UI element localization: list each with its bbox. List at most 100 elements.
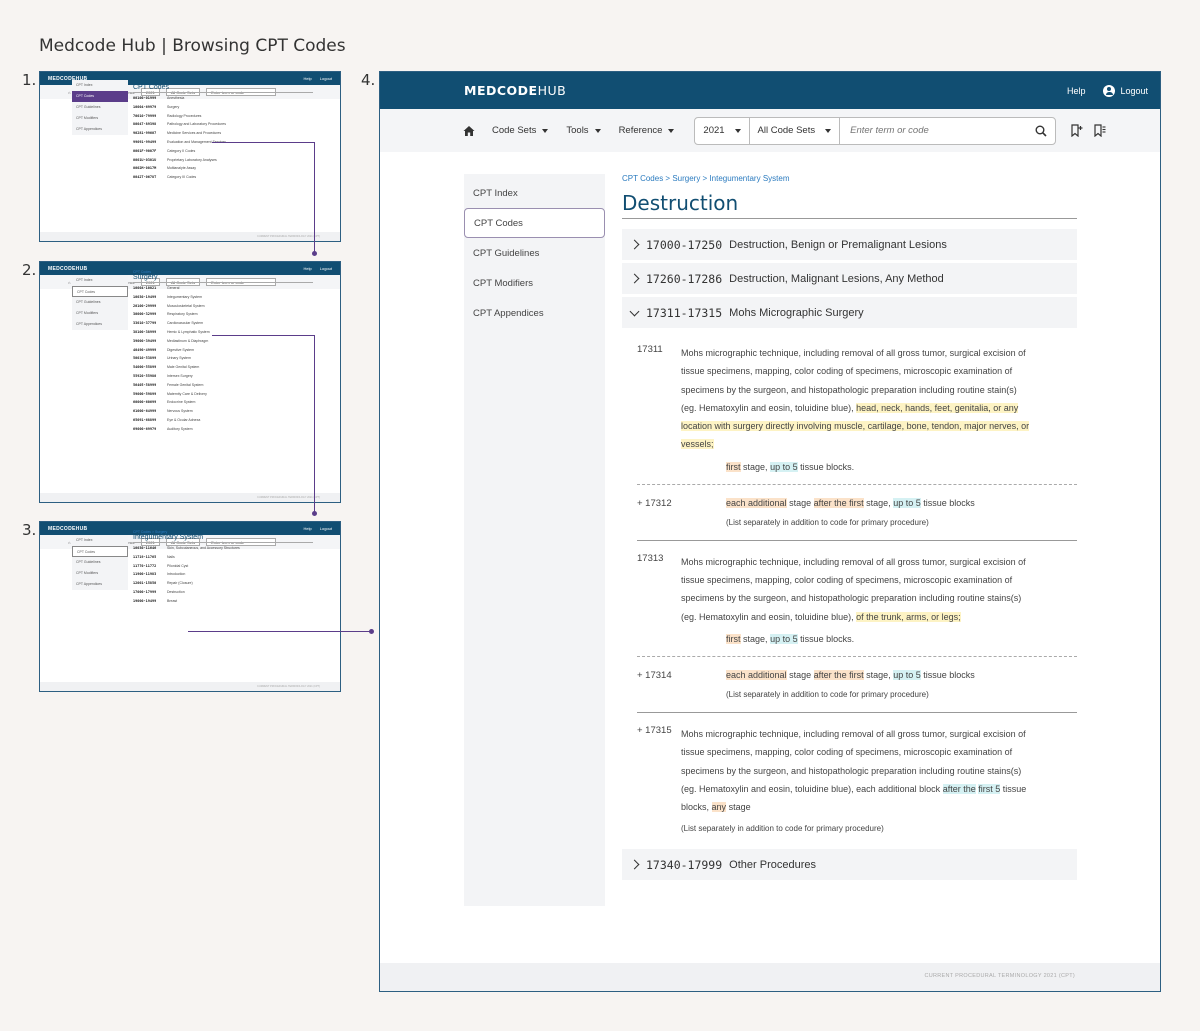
mini-list-row[interactable]: 12001-15850 Repair (Closure): [133, 581, 313, 590]
code-entry-17313: 17313 Mohs micrographic technique, inclu…: [622, 541, 1077, 644]
mini-row-code: 60000-60699: [133, 400, 157, 405]
mini-row-label: Maternity Care & Delivery: [167, 391, 207, 396]
mini-row-code: 50010-53899: [133, 356, 157, 361]
mini-list-row[interactable]: 10004-10021 General: [133, 286, 313, 295]
mini-row-code: 39000-39499: [133, 338, 157, 343]
mini-list-row[interactable]: 90281-99607 Medicine Services and Procedu…: [133, 131, 313, 140]
mini-row-code: 80047-89398: [133, 122, 157, 127]
mini-list-row[interactable]: 10030-19499 Integumentary System: [133, 295, 313, 304]
mini-row-code: 55920-55980: [133, 373, 157, 378]
code-number[interactable]: + 17314: [637, 670, 672, 681]
bookmarks-list-icon[interactable]: [1093, 124, 1106, 137]
connector-dot-1: [312, 251, 317, 256]
mini-list-row[interactable]: 10030-11646 Skin, Subcutaneous, and Acces…: [133, 546, 313, 555]
step3-thumbnail[interactable]: MEDCODEHUB HelpLogout ⌂ Code Sets Tools …: [39, 521, 341, 692]
breadcrumb[interactable]: CPT Codes > Surgery > Integumentary Syst…: [622, 174, 1077, 183]
code-sets-menu[interactable]: Code Sets: [492, 125, 549, 136]
section-17311-17315[interactable]: 17311-17315 Mohs Micrographic Surgery: [622, 297, 1077, 328]
app-logo[interactable]: MEDCODEHUB: [464, 83, 566, 98]
section-range: 17260-17286: [646, 271, 723, 286]
help-link[interactable]: Help: [1067, 86, 1086, 96]
connector-line-2: [212, 335, 315, 513]
mini-logo: MEDCODEHUB: [48, 265, 88, 272]
code-qualifier: first stage, up to 5 tissue blocks.: [726, 633, 855, 644]
sidebar: CPT Index CPT Codes CPT Guidelines CPT M…: [464, 174, 605, 906]
mini-list-row[interactable]: 30000-32999 Respiratory System: [133, 312, 313, 321]
chevron-down-icon: [629, 306, 640, 316]
mini-sidebar-item: CPT Appendices: [76, 127, 103, 131]
sidebar-item-cpt-modifiers[interactable]: CPT Modifiers: [464, 268, 605, 298]
section-range: 17340-17999: [646, 857, 723, 872]
chevron-right-icon: [629, 273, 640, 284]
code-entries: 17311 Mohs micrographic technique, inclu…: [622, 332, 1077, 833]
mini-sidebar-item: CPT Guidelines: [76, 105, 101, 109]
mini-row-code: 0001F-9007F: [133, 148, 157, 153]
mini-row-label: Auditory System: [167, 426, 193, 431]
sidebar-item-cpt-guidelines[interactable]: CPT Guidelines: [464, 238, 605, 268]
mini-row-label: Category II Codes: [167, 148, 196, 153]
logout-label: Logout: [1120, 85, 1148, 96]
section-17260-17286[interactable]: 17260-17286 Destruction, Malignant Lesio…: [622, 263, 1077, 294]
section-label: Destruction, Benign or Premalignant Lesi…: [729, 238, 947, 251]
mini-row-label: Hemic & Lymphatic System: [167, 329, 210, 334]
logout-button[interactable]: Logout: [1103, 84, 1148, 97]
mini-list-row[interactable]: 80047-89398 Pathology and Laboratory Proc…: [133, 122, 313, 131]
mini-row-code: 61000-64999: [133, 409, 157, 414]
mini-row-label: Pathology and Laboratory Procedures: [167, 122, 226, 127]
year-select[interactable]: 2021: [695, 117, 750, 144]
add-bookmark-icon[interactable]: [1070, 124, 1083, 137]
mini-row-label: Urinary System: [167, 356, 191, 361]
sidebar-item-cpt-index[interactable]: CPT Index: [464, 178, 605, 208]
highlight-site: of the trunk, arms, or legs;: [856, 611, 961, 622]
mini-list-row[interactable]: 19000-19499 Breast: [133, 599, 313, 608]
mini-row-code: 17000-17999: [133, 589, 157, 594]
mini-list-row[interactable]: 11719-11765 Nails: [133, 555, 313, 564]
code-set-select[interactable]: All Code Sets: [750, 117, 841, 144]
mini-row-code: 54000-55899: [133, 365, 157, 370]
tools-menu[interactable]: Tools: [566, 125, 601, 136]
search-input[interactable]: [840, 117, 1036, 144]
mini-sidebar-item: CPT Guidelines: [76, 560, 101, 564]
mini-row-code: 10030-11646: [133, 546, 157, 550]
mini-home-icon: ⌂: [68, 89, 71, 95]
search-icon[interactable]: [1035, 125, 1047, 137]
mini-sidebar-item-active: CPT Codes: [72, 91, 128, 102]
code-number[interactable]: 17311: [637, 344, 663, 355]
reference-menu[interactable]: Reference: [619, 125, 675, 136]
code-entry-17311: 17311 Mohs micrographic technique, inclu…: [622, 332, 1077, 472]
mini-list-row[interactable]: 10004-69979 Surgery: [133, 105, 313, 114]
mini-sidebar-item: CPT Index: [76, 538, 93, 542]
sidebar-item-cpt-appendices[interactable]: CPT Appendices: [464, 298, 605, 328]
toolbar: Code Sets Tools Reference 2021 All Code …: [380, 109, 1160, 152]
mini-row-label: Proprietary Laboratory Analyses: [167, 157, 217, 162]
connector-dot-3: [369, 629, 374, 634]
mini-list-row[interactable]: 20100-29999 Musculoskeletal System: [133, 304, 313, 313]
caret-down-icon: [542, 128, 549, 133]
mini-list-row[interactable]: 00100-01999 Anesthesia: [133, 96, 313, 105]
mini-sidebar-item: CPT Modifiers: [76, 116, 99, 120]
mini-sidebar-item: CPT Appendices: [76, 322, 103, 326]
code-note: (List separately in addition to code for…: [726, 517, 929, 527]
mini-row-label: Respiratory System: [167, 312, 198, 317]
mini-row-label: Breast: [167, 598, 178, 603]
mini-sidebar-item: CPT Index: [76, 83, 93, 87]
mini-row-code: 10004-10021: [133, 286, 157, 290]
mini-list-row[interactable]: 11900-11983 Introduction: [133, 572, 313, 581]
section-17340-17999[interactable]: 17340-17999 Other Procedures: [622, 849, 1077, 881]
mini-list-row[interactable]: 70010-79999 Radiology Procedures: [133, 114, 313, 123]
section-17000-17250[interactable]: 17000-17250 Destruction, Benign or Prema…: [622, 229, 1077, 260]
code-number[interactable]: 17313: [637, 553, 663, 564]
mini-list-row[interactable]: 17000-17999 Destruction: [133, 590, 313, 599]
mini-sidebar-item-active: CPT Codes: [72, 286, 128, 297]
code-number[interactable]: + 17312: [637, 498, 672, 509]
mini-list-row[interactable]: 33010-37799 Cardiovascular System: [133, 321, 313, 330]
mini-list-row[interactable]: 11770-11772 Pilonidal Cyst: [133, 564, 313, 573]
mini-row-label: Category III Codes: [167, 175, 197, 180]
mini-row-code: 10004-69979: [133, 104, 157, 109]
code-number[interactable]: + 17315: [637, 725, 672, 736]
mini-sidebar: CPT Index CPT Codes CPT Guidelines CPT M…: [72, 275, 128, 330]
sidebar-item-cpt-codes[interactable]: CPT Codes: [464, 208, 605, 238]
mini-row-code: 40490-49999: [133, 347, 157, 352]
home-icon[interactable]: [463, 125, 475, 137]
code-entry-17314: + 17314 each additional stage after the …: [622, 657, 1077, 699]
